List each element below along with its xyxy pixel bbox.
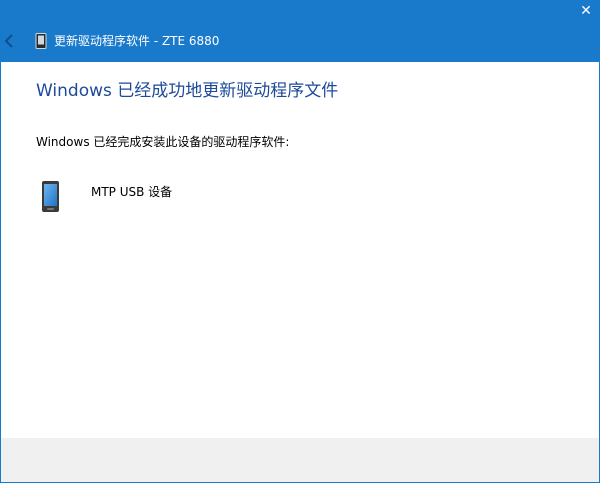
back-arrow-icon <box>4 34 13 48</box>
window-title: 更新驱动程序软件 - ZTE 6880 <box>54 34 220 48</box>
page-heading: Windows 已经成功地更新驱动程序文件 <box>36 81 339 101</box>
device-name: MTP USB 设备 <box>91 185 173 199</box>
close-button[interactable]: ✕ <box>571 0 599 24</box>
mobile-device-icon <box>41 180 61 214</box>
status-message: Windows 已经完成安装此设备的驱动程序软件: <box>36 135 290 149</box>
device-title-icon <box>35 33 47 49</box>
button-bar <box>1 438 599 482</box>
back-button[interactable] <box>3 32 15 50</box>
title-bar: ✕ 更新驱动程序软件 - ZTE 6880 <box>1 0 599 62</box>
update-driver-window: ✕ 更新驱动程序软件 - ZTE 6880 Windows 已经成功地更新驱动程… <box>0 0 600 483</box>
